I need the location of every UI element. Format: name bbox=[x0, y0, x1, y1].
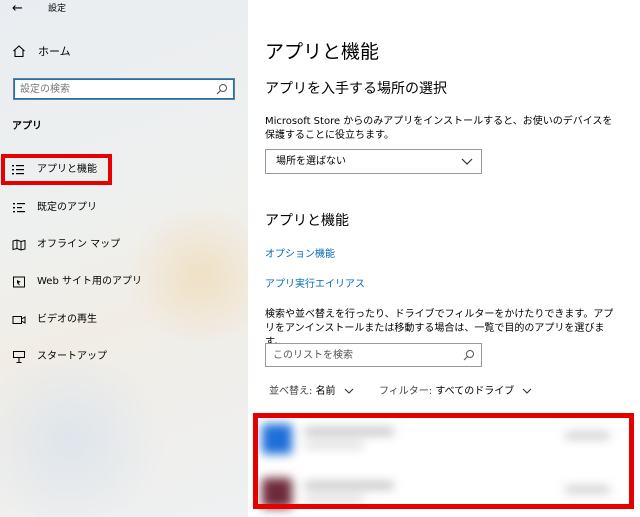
section-header-apps: アプリ bbox=[12, 121, 42, 132]
install-source-description: Microsoft Store からのみアプリをインストールすると、お使いのデバ… bbox=[265, 116, 613, 141]
chevron-down-icon bbox=[461, 158, 473, 165]
sidebar-item-default-apps[interactable]: 既定のアプリ bbox=[0, 196, 248, 220]
sidebar-item-home[interactable]: ホーム bbox=[0, 42, 248, 64]
filter-dropdown[interactable]: フィルター: すべてのドライブ bbox=[379, 385, 532, 399]
sidebar-item-label: ホーム bbox=[38, 45, 71, 58]
back-arrow-icon[interactable]: ← bbox=[12, 1, 23, 17]
sidebar-item-website-apps[interactable]: Web サイト用のアプリ bbox=[0, 270, 248, 294]
settings-search-box[interactable] bbox=[13, 78, 235, 100]
section-heading-apps-features: アプリと機能 bbox=[265, 213, 349, 229]
section-heading-install-source: アプリを入手する場所の選択 bbox=[265, 81, 447, 97]
filter-label: フィルター: bbox=[379, 386, 433, 397]
selection-highlight bbox=[1, 154, 112, 185]
sidebar-item-offline-maps[interactable]: オフライン マップ bbox=[0, 233, 248, 257]
sidebar-item-label: ビデオの再生 bbox=[37, 314, 97, 325]
page-title: アプリと機能 bbox=[265, 41, 380, 63]
install-source-dropdown[interactable]: 場所を選ばない bbox=[265, 149, 482, 174]
sidebar-item-label: スタートアップ bbox=[37, 351, 107, 362]
title-bar: ← 設定 bbox=[0, 0, 248, 22]
video-playback-icon bbox=[12, 316, 26, 324]
chevron-down-icon bbox=[344, 388, 354, 394]
window-title: 設定 bbox=[48, 4, 67, 14]
filter-value: すべてのドライブ bbox=[435, 386, 515, 397]
offline-map-icon bbox=[12, 239, 26, 251]
home-icon bbox=[13, 45, 25, 58]
sidebar-item-label: 既定のアプリ bbox=[37, 202, 97, 213]
sort-value: 名前 bbox=[315, 386, 336, 397]
default-apps-icon bbox=[13, 203, 25, 213]
app-list-highlight bbox=[253, 413, 634, 509]
app-list-search-input[interactable] bbox=[273, 348, 453, 362]
search-icon[interactable] bbox=[216, 83, 228, 95]
optional-features-link[interactable]: オプション機能 bbox=[265, 248, 335, 262]
sidebar-item-label: Web サイト用のアプリ bbox=[37, 276, 142, 287]
sidebar: ← 設定 ホーム アプリ アプリと機能 既定のアプリ bbox=[0, 0, 248, 517]
dropdown-selected-value: 場所を選ばない bbox=[276, 156, 346, 167]
app-list-search-box[interactable] bbox=[265, 343, 482, 367]
app-execution-aliases-link[interactable]: アプリ実行エイリアス bbox=[265, 278, 365, 292]
sidebar-item-label: オフライン マップ bbox=[37, 239, 121, 250]
search-icon[interactable] bbox=[463, 349, 475, 361]
sort-label: 並べ替え: bbox=[269, 386, 313, 397]
sort-dropdown[interactable]: 並べ替え: 名前 bbox=[269, 385, 354, 399]
website-apps-icon bbox=[13, 276, 25, 288]
startup-icon bbox=[13, 351, 25, 363]
settings-search-input[interactable] bbox=[20, 82, 210, 96]
background-glow bbox=[0, 360, 180, 517]
sidebar-item-video-playback[interactable]: ビデオの再生 bbox=[0, 308, 248, 332]
sidebar-item-startup[interactable]: スタートアップ bbox=[0, 345, 248, 369]
chevron-down-icon bbox=[523, 388, 532, 394]
